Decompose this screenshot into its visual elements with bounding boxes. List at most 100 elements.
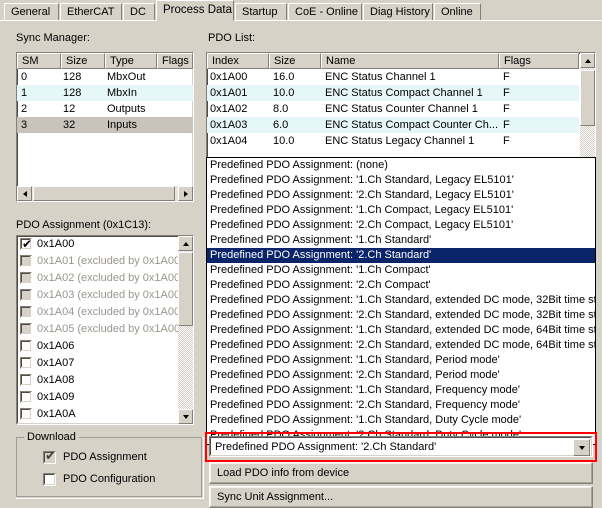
list-item[interactable]: 0x1A01 (excluded by 0x1A00) <box>17 253 178 270</box>
sync-manager-label: Sync Manager: <box>16 32 90 44</box>
dropdown-option[interactable]: Predefined PDO Assignment: '1.Ch Standar… <box>207 353 595 368</box>
tab-diag-history[interactable]: Diag History <box>363 3 433 20</box>
hscroll-thumb[interactable] <box>33 186 175 201</box>
dropdown-option[interactable]: Predefined PDO Assignment: '1.Ch Compact… <box>207 203 595 218</box>
col-header-size[interactable]: Size <box>61 53 105 69</box>
list-item[interactable]: 0x1A09 <box>17 389 178 406</box>
dropdown-option[interactable]: Predefined PDO Assignment: '2.Ch Compact… <box>207 218 595 233</box>
list-item-label: 0x1A07 <box>37 357 75 369</box>
dropdown-option-selected[interactable]: Predefined PDO Assignment: '2.Ch Standar… <box>207 248 595 263</box>
predefined-pdo-dropdown-list[interactable]: Predefined PDO Assignment: (none) Predef… <box>206 157 596 445</box>
tab-dc[interactable]: DC <box>123 3 155 20</box>
tab-general[interactable]: General <box>4 3 59 20</box>
list-item[interactable]: 0x1A06 <box>17 338 178 355</box>
col-header-flags[interactable]: Flags <box>157 53 193 69</box>
col-header-size[interactable]: Size <box>269 53 321 69</box>
dropdown-option[interactable]: Predefined PDO Assignment: '1.Ch Standar… <box>207 233 595 248</box>
checkbox-unchecked[interactable] <box>20 391 32 403</box>
list-item[interactable]: 0x1A02 (excluded by 0x1A00) <box>17 270 178 287</box>
list-item[interactable]: 0x1A05 (excluded by 0x1A00) <box>17 321 178 338</box>
vscroll-thumb[interactable] <box>178 252 193 326</box>
checkbox-unchecked[interactable] <box>20 357 32 369</box>
dropdown-option[interactable]: Predefined PDO Assignment: '2.Ch Compact… <box>207 278 595 293</box>
checkbox-checked[interactable]: ✔ <box>20 238 32 250</box>
dropdown-option[interactable]: Predefined PDO Assignment: '2.Ch Standar… <box>207 368 595 383</box>
list-item[interactable]: 0x1A03 (excluded by 0x1A00) <box>17 287 178 304</box>
list-item-label: 0x1A08 <box>37 374 75 386</box>
dropdown-option[interactable]: Predefined PDO Assignment: '1.Ch Standar… <box>207 323 595 338</box>
load-pdo-info-button[interactable]: Load PDO info from device <box>209 462 593 484</box>
pdo-list-table[interactable]: Index Size Name Flags 0x1A00 16.0 ENC St… <box>206 52 596 159</box>
tab-coe-online[interactable]: CoE - Online <box>288 3 362 20</box>
dropdown-option[interactable]: Predefined PDO Assignment: '1.Ch Compact… <box>207 263 595 278</box>
pdo-assignment-vscrollbar[interactable] <box>178 236 193 424</box>
cell-flags: F <box>503 71 510 83</box>
checkbox-unchecked[interactable] <box>20 340 32 352</box>
pdo-assignment-label: PDO Assignment (0x1C13): <box>16 219 152 231</box>
predefined-pdo-combobox[interactable]: Predefined PDO Assignment: '2.Ch Standar… <box>209 436 593 457</box>
checkbox-disabled <box>20 306 32 318</box>
dropdown-option[interactable]: Predefined PDO Assignment: '1.Ch Standar… <box>207 413 595 428</box>
col-header-flags[interactable]: Flags <box>499 53 579 69</box>
tab-online[interactable]: Online <box>434 3 481 20</box>
checkbox-unchecked[interactable] <box>20 374 32 386</box>
list-item[interactable]: 0x1A0A <box>17 406 178 423</box>
sync-unit-assignment-button[interactable]: Sync Unit Assignment... <box>209 486 593 508</box>
tab-ethercat[interactable]: EtherCAT <box>60 3 122 20</box>
pdo-assignment-list[interactable]: ✔ 0x1A00 0x1A01 (excluded by 0x1A00) 0x1A… <box>16 235 194 425</box>
table-row[interactable]: 0 128 MbxOut <box>17 69 193 85</box>
sync-manager-hscrollbar[interactable] <box>17 186 193 201</box>
table-row[interactable]: 0x1A04 10.0 ENC Status Legacy Channel 1 … <box>207 133 579 149</box>
checkbox-disabled <box>20 255 32 267</box>
table-row[interactable]: 0x1A03 6.0 ENC Status Compact Counter Ch… <box>207 117 579 133</box>
table-row[interactable]: 1 128 MbxIn <box>17 85 193 101</box>
col-header-type[interactable]: Type <box>105 53 157 69</box>
list-item[interactable]: 0x1A04 (excluded by 0x1A00) <box>17 304 178 321</box>
arrow-left-icon <box>22 190 27 197</box>
list-item[interactable]: 0x1A0B <box>17 423 178 424</box>
col-header-name[interactable]: Name <box>321 53 499 69</box>
checkbox-unchecked[interactable] <box>20 408 32 420</box>
cell-size: 6.0 <box>273 119 289 131</box>
dropdown-toggle-button[interactable] <box>573 439 590 456</box>
cell-sm: 1 <box>21 87 28 99</box>
table-row[interactable]: 0x1A00 16.0 ENC Status Channel 1 F <box>207 69 579 85</box>
vscroll-thumb[interactable] <box>580 70 595 126</box>
table-row[interactable]: 3 32 Inputs <box>17 117 193 133</box>
scroll-up-button[interactable] <box>178 236 193 251</box>
scroll-up-button[interactable] <box>580 53 595 68</box>
dropdown-option[interactable]: Predefined PDO Assignment: '2.Ch Standar… <box>207 308 595 323</box>
pdo-list-header: Index Size Name Flags <box>207 53 595 69</box>
cell-flags: F <box>503 119 510 131</box>
cell-size: 128 <box>63 87 82 99</box>
sync-manager-header: SM Size Type Flags <box>17 53 193 69</box>
dropdown-option[interactable]: Predefined PDO Assignment: '2.Ch Standar… <box>207 398 595 413</box>
tab-process-data[interactable]: Process Data <box>156 0 234 21</box>
arrow-up-icon <box>584 58 591 63</box>
col-header-index[interactable]: Index <box>207 53 269 69</box>
list-item[interactable]: 0x1A08 <box>17 372 178 389</box>
pdo-list-vscrollbar[interactable] <box>580 53 595 158</box>
checkbox-unchecked[interactable] <box>43 473 56 486</box>
list-item[interactable]: ✔ 0x1A00 <box>17 236 178 253</box>
table-row[interactable]: 2 12 Outputs <box>17 101 193 117</box>
dropdown-option[interactable]: Predefined PDO Assignment: '2.Ch Standar… <box>207 188 595 203</box>
dropdown-option[interactable]: Predefined PDO Assignment: '1.Ch Standar… <box>207 383 595 398</box>
table-row[interactable]: 0x1A01 10.0 ENC Status Compact Channel 1… <box>207 85 579 101</box>
checkbox-checked[interactable]: ✔ <box>43 450 56 464</box>
scroll-left-button[interactable] <box>17 186 32 201</box>
scroll-down-button[interactable] <box>178 409 193 424</box>
dropdown-option[interactable]: Predefined PDO Assignment: '1.Ch Standar… <box>207 173 595 188</box>
dropdown-option[interactable]: Predefined PDO Assignment: '2.Ch Standar… <box>207 338 595 353</box>
cell-name: ENC Status Legacy Channel 1 <box>325 135 475 147</box>
cell-name: ENC Status Counter Channel 1 <box>325 103 478 115</box>
col-header-sm[interactable]: SM <box>17 53 61 69</box>
group-border <box>16 437 202 497</box>
dropdown-option[interactable]: Predefined PDO Assignment: (none) <box>207 158 595 173</box>
list-item[interactable]: 0x1A07 <box>17 355 178 372</box>
table-row[interactable]: 0x1A02 8.0 ENC Status Counter Channel 1 … <box>207 101 579 117</box>
scroll-right-button[interactable] <box>178 186 193 201</box>
dropdown-option[interactable]: Predefined PDO Assignment: '1.Ch Standar… <box>207 293 595 308</box>
tab-startup[interactable]: Startup <box>235 3 287 20</box>
sync-manager-table[interactable]: SM Size Type Flags 0 128 MbxOut 1 128 Mb… <box>16 52 194 202</box>
